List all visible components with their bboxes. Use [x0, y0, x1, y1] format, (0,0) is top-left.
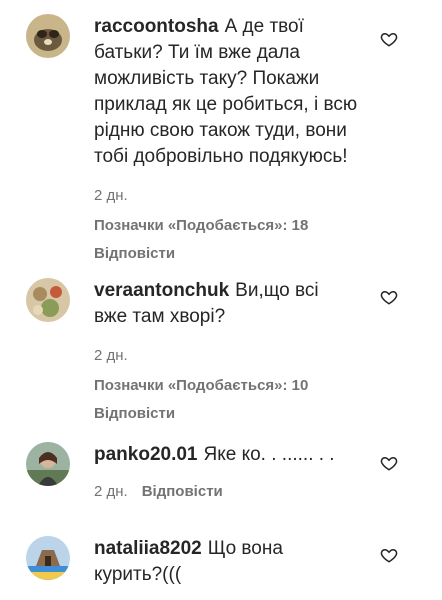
- comment-line: рідню свою також туди, вони: [94, 120, 347, 141]
- comment-username[interactable]: raccoontosha: [94, 16, 219, 37]
- avatar[interactable]: [26, 278, 70, 322]
- comment-meta: 2 дн.: [94, 186, 374, 206]
- comment-line: вже там хворі?: [94, 306, 226, 327]
- likes-count[interactable]: Позначки «Подобається»: 18: [94, 216, 374, 236]
- like-button[interactable]: [380, 30, 398, 48]
- comment-text: raccoontosha А де твої батьки? Ти їм вже д…: [94, 14, 374, 170]
- comment-username[interactable]: panko20.01: [94, 444, 198, 465]
- avatar[interactable]: [26, 14, 70, 58]
- heart-outline-icon: [380, 32, 398, 47]
- comment-line: Що вона: [207, 538, 283, 559]
- comment-time[interactable]: 2 дн.: [94, 483, 128, 500]
- reply-button[interactable]: Відповісти: [142, 483, 223, 500]
- user-avatar-icon: [26, 536, 70, 580]
- like-button[interactable]: [380, 454, 398, 472]
- comment-text: veraantonchuk Ви,що всі вже там хворі?: [94, 278, 374, 330]
- user-avatar-icon: [26, 442, 70, 486]
- comment-text: nataliia8202 Що вона курить?(((: [94, 536, 374, 588]
- raccoon-avatar-icon: [26, 14, 70, 58]
- comment-line: тобі добровільно подякуюсь!: [94, 146, 348, 167]
- comment-username[interactable]: nataliia8202: [94, 538, 202, 559]
- avatar[interactable]: [26, 442, 70, 486]
- comment-time[interactable]: 2 дн.: [94, 347, 128, 364]
- comment-text: panko20.01 Яке ко. . ...... . .: [94, 442, 374, 468]
- likes-count[interactable]: Позначки «Подобається»: 10: [94, 376, 374, 396]
- comment-line: А де твої: [224, 16, 304, 37]
- user-avatar-icon: [26, 278, 70, 322]
- heart-outline-icon: [380, 290, 398, 305]
- comment-line: можливість таку? Покажи: [94, 68, 320, 89]
- comment-username[interactable]: veraantonchuk: [94, 280, 229, 301]
- heart-outline-icon: [380, 456, 398, 471]
- comment-time[interactable]: 2 дн.: [94, 187, 128, 204]
- like-button[interactable]: [380, 546, 398, 564]
- comment-meta: 2 дн. Відповісти: [94, 482, 374, 502]
- avatar[interactable]: [26, 536, 70, 580]
- reply-button[interactable]: Відповісти: [94, 244, 374, 264]
- heart-outline-icon: [380, 548, 398, 563]
- comment-line: батьки? Ти їм вже дала: [94, 42, 300, 63]
- reply-button[interactable]: Відповісти: [94, 404, 374, 424]
- like-button[interactable]: [380, 288, 398, 306]
- comment-meta: 2 дн.: [94, 346, 374, 366]
- comment-line: курить?(((: [94, 564, 182, 585]
- comment-line: приклад як це робиться, і всю: [94, 94, 358, 115]
- comment-line: Яке ко. . ...... . .: [203, 444, 335, 465]
- comment-line: Ви,що всі: [235, 280, 319, 301]
